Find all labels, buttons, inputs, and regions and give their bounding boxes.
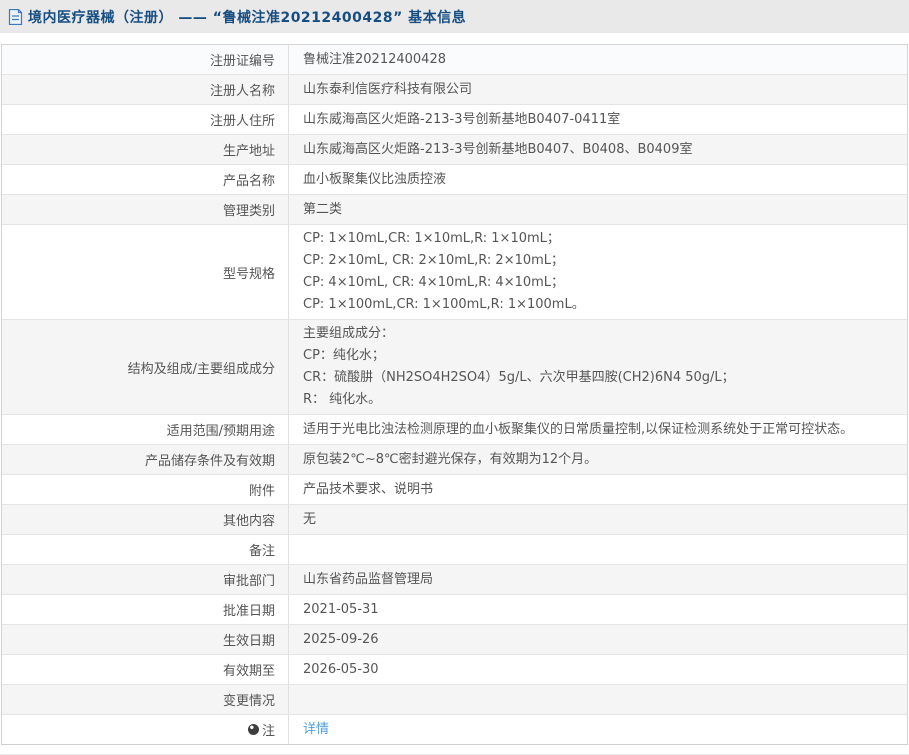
table-row-production-address: 生产地址 山东威海高区火炬路-213-3号创新基地B0407、B0408、B04… — [2, 135, 907, 165]
table-row-model-spec: 型号规格 CP: 1×10mL,CR: 1×10mL,R: 1×10mL； CP… — [2, 225, 907, 320]
row-value: 无 — [303, 512, 317, 527]
row-label: 注 — [2, 715, 289, 744]
row-label: 型号规格 — [2, 225, 289, 319]
table-row-intended-use: 适用范围/预期用途 适用于光电比浊法检测原理的血小板聚集仪的日常质量控制,以保证… — [2, 415, 907, 445]
page-header: 境内医疗器械（注册） —— “鲁械注准20212400428” 基本信息 — [0, 0, 909, 33]
row-value: 血小板聚集仪比浊质控液 — [303, 172, 447, 187]
row-label: 备注 — [2, 535, 289, 564]
table-row-storage-validity: 产品储存条件及有效期 原包装2℃~8℃密封避光保存，有效期为12个月。 — [2, 445, 907, 475]
row-label: 生产地址 — [2, 135, 289, 164]
table-row-composition: 结构及组成/主要组成成分 主要组成成分： CP：纯化水； CR：硫酸肼（NH2S… — [2, 320, 907, 415]
table-row-management-class: 管理类别 第二类 — [2, 195, 907, 225]
row-value: 山东威海高区火炬路-213-3号创新基地B0407-0411室 — [303, 112, 621, 127]
spec-line: CP: 1×10mL,CR: 1×10mL,R: 1×10mL； — [303, 231, 560, 246]
document-icon — [8, 8, 23, 25]
row-value: 2026-05-30 — [303, 662, 379, 677]
row-value: CP: 1×10mL,CR: 1×10mL,R: 1×10mL； CP: 2×1… — [289, 225, 907, 319]
row-value: 第二类 — [303, 202, 343, 217]
row-label: 管理类别 — [2, 195, 289, 224]
row-value: 山东泰利信医疗科技有限公司 — [303, 82, 473, 97]
table-row-change-status: 变更情况 — [2, 685, 907, 715]
row-label: 审批部门 — [2, 565, 289, 594]
table-row-reg-number: 注册证编号 鲁械注准20212400428 — [2, 45, 907, 75]
row-value — [289, 685, 907, 714]
row-value: 详情 — [289, 715, 907, 744]
table-row-registrant-address: 注册人住所 山东威海高区火炬路-213-3号创新基地B0407-0411室 — [2, 105, 907, 135]
table-row-effective-date: 生效日期 2025-09-26 — [2, 625, 907, 655]
table-row-registrant-name: 注册人名称 山东泰利信医疗科技有限公司 — [2, 75, 907, 105]
row-label: 生效日期 — [2, 625, 289, 654]
row-value: 主要组成成分： CP：纯化水； CR：硫酸肼（NH2SO4H2SO4）5g/L、… — [289, 320, 907, 414]
note-icon — [247, 724, 259, 735]
composition-line: 主要组成成分： — [303, 326, 395, 341]
row-value: 适用于光电比浊法检测原理的血小板聚集仪的日常质量控制,以保证检测系统处于正常可控… — [303, 422, 854, 437]
page-title: 境内医疗器械（注册） —— “鲁械注准20212400428” 基本信息 — [28, 9, 467, 26]
spec-line: CP: 2×10mL, CR: 2×10mL,R: 2×10mL； — [303, 253, 565, 268]
spec-line: CP: 1×100mL,CR: 1×100mL,R: 1×100mL。 — [303, 297, 585, 312]
row-label: 其他内容 — [2, 505, 289, 534]
row-value: 山东省药品监督管理局 — [303, 572, 434, 587]
table-row-attachments: 附件 产品技术要求、说明书 — [2, 475, 907, 505]
row-value: 鲁械注准20212400428 — [303, 52, 446, 67]
row-value: 2025-09-26 — [303, 632, 379, 647]
table-row-expiry-date: 有效期至 2026-05-30 — [2, 655, 907, 685]
row-label: 附件 — [2, 475, 289, 504]
content-area: 注册证编号 鲁械注准20212400428 注册人名称 山东泰利信医疗科技有限公… — [0, 33, 909, 754]
row-value — [289, 535, 907, 564]
note-label: 注 — [261, 724, 275, 739]
table-row-note: 注 详情 — [2, 715, 907, 744]
details-link[interactable]: 详情 — [303, 721, 329, 738]
row-value: 原包装2℃~8℃密封避光保存，有效期为12个月。 — [303, 452, 598, 467]
registration-info-table: 注册证编号 鲁械注准20212400428 注册人名称 山东泰利信医疗科技有限公… — [1, 44, 908, 745]
row-label: 注册证编号 — [2, 45, 289, 74]
table-row-other-content: 其他内容 无 — [2, 505, 907, 535]
row-label: 适用范围/预期用途 — [2, 415, 289, 444]
row-label: 有效期至 — [2, 655, 289, 684]
table-row-remarks: 备注 — [2, 535, 907, 565]
row-label: 注册人名称 — [2, 75, 289, 104]
composition-line: R： 纯化水。 — [303, 392, 382, 407]
table-row-approval-date: 批准日期 2021-05-31 — [2, 595, 907, 625]
row-label: 注册人住所 — [2, 105, 289, 134]
table-row-approval-dept: 审批部门 山东省药品监督管理局 — [2, 565, 907, 595]
row-label: 结构及组成/主要组成成分 — [2, 320, 289, 414]
spec-line: CP: 4×10mL, CR: 4×10mL,R: 4×10mL； — [303, 275, 565, 290]
row-label: 变更情况 — [2, 685, 289, 714]
row-value: 2021-05-31 — [303, 602, 379, 617]
composition-line: CP：纯化水； — [303, 348, 385, 363]
row-value: 山东威海高区火炬路-213-3号创新基地B0407、B0408、B0409室 — [303, 142, 693, 157]
row-value: 产品技术要求、说明书 — [303, 482, 434, 497]
row-label: 产品名称 — [2, 165, 289, 194]
row-label: 产品储存条件及有效期 — [2, 445, 289, 474]
composition-line: CR：硫酸肼（NH2SO4H2SO4）5g/L、六次甲基四胺(CH2)6N4 5… — [303, 370, 735, 385]
row-label: 批准日期 — [2, 595, 289, 624]
table-row-product-name: 产品名称 血小板聚集仪比浊质控液 — [2, 165, 907, 195]
